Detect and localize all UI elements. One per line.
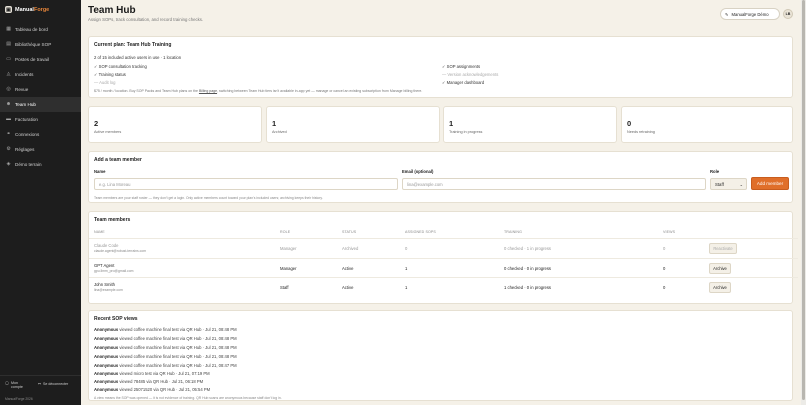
- sidebar-item-connections[interactable]: ⚭ Connexions: [0, 127, 81, 142]
- settings-icon: ⚙: [6, 147, 11, 152]
- team-members-title: Team members: [94, 217, 131, 223]
- demo-icon: ◈: [6, 162, 11, 167]
- brand-name: ManualForge: [15, 6, 50, 13]
- col-role: ROLE: [280, 230, 291, 234]
- feature-audit-log: — Audit log: [94, 80, 116, 85]
- feature-consultation-tracking: ✓ SOP consultation tracking: [94, 64, 147, 69]
- archive-button[interactable]: Archive: [709, 263, 731, 274]
- table-row: GPT Agent gpu.llmm_pro@gmail.com Manager…: [89, 258, 798, 277]
- col-views: VIEWS: [663, 230, 676, 234]
- alert-icon: ◬: [6, 72, 11, 77]
- feature-manager-dashboard: ✓ Manager dashboard: [442, 80, 485, 85]
- page-title: Team Hub: [88, 5, 136, 16]
- logout-icon: ↦: [38, 382, 42, 386]
- add-member-card: Add a team member Name Email (optional) …: [88, 151, 793, 203]
- name-label: Name: [94, 169, 106, 174]
- list-item: Anonymous viewed coffee machine final te…: [94, 327, 237, 332]
- add-member-hint: Team members are your staff roster — the…: [94, 196, 323, 200]
- stat-training-in-progress: 1 Training in progress: [443, 106, 617, 143]
- archive-button[interactable]: Archive: [709, 282, 731, 293]
- avatar[interactable]: LB: [783, 9, 793, 19]
- copyright: ManualForge 2026: [5, 397, 33, 401]
- role-label: Role: [710, 169, 720, 174]
- email-label: Email (optional): [402, 169, 434, 174]
- review-icon: ◎: [6, 87, 11, 92]
- billing-page-link[interactable]: Billing page: [199, 89, 217, 93]
- list-item: Anonymous viewed micro test via QR Hub ·…: [94, 371, 210, 376]
- sidebar-item-settings[interactable]: ⚙ Réglages: [0, 142, 81, 157]
- stat-archived: 1 Archived: [266, 106, 440, 143]
- list-item: Anonymous viewed coffee machine final te…: [94, 336, 237, 341]
- sidebar-nav: ▦ Tableau de bord ▤ Bibliothèque SOP ▭ Post…: [0, 22, 81, 172]
- name-input[interactable]: [94, 178, 398, 190]
- team-icon: ☻: [6, 102, 12, 107]
- sidebar-item-workstations[interactable]: ▭ Postes de travail: [0, 52, 81, 67]
- user-icon: ◯: [5, 381, 10, 385]
- library-icon: ▤: [6, 42, 11, 47]
- sidebar-item-demo[interactable]: ◈ Démo terrain: [0, 157, 81, 172]
- logo-icon: ▣: [5, 6, 12, 13]
- table-row: Claude Code claude.agent@robust-terrains…: [89, 238, 798, 257]
- list-item: Anonymous viewed 78485 via QR Hub · Jul …: [94, 379, 204, 384]
- pen-icon: ✎: [725, 11, 729, 17]
- recent-views-title: Recent SOP views: [94, 316, 138, 322]
- sidebar-item-sop-library[interactable]: ▤ Bibliothèque SOP: [0, 37, 81, 52]
- billing-icon: ▬: [6, 117, 11, 122]
- vertical-scrollbar[interactable]: [802, 0, 805, 400]
- plan-usage: 2 of 15 included active users in use · 1…: [94, 55, 182, 60]
- workspace-switcher[interactable]: ✎ ManualForge Démo: [720, 8, 780, 20]
- stat-active-members: 2 Active members: [88, 106, 262, 143]
- stat-needs-retraining: 0 Needs retraining: [621, 106, 793, 143]
- team-members-card: Team members NAME ROLE STATUS ASSIGNED S…: [88, 211, 798, 304]
- plan-note: $75 / month / location. Buy SOP Packs an…: [94, 89, 423, 93]
- dashboard-icon: ▦: [6, 27, 11, 32]
- sidebar-item-review[interactable]: ◎ Revue: [0, 82, 81, 97]
- email-input[interactable]: [402, 178, 706, 190]
- sidebar: ▣ ManualForge ▦ Tableau de bord ▤ Biblioth…: [0, 0, 81, 405]
- sidebar-item-billing[interactable]: ▬ Facturation: [0, 112, 81, 127]
- sidebar-item-team-hub[interactable]: ☻ Team Hub: [0, 97, 81, 112]
- list-item: Anonymous viewed coffee machine final te…: [94, 345, 237, 350]
- page-subtitle: Assign SOPs, track consultation, and rec…: [88, 17, 204, 22]
- list-item: Anonymous viewed coffee machine final te…: [94, 363, 237, 368]
- connections-icon: ⚭: [6, 132, 11, 137]
- reactivate-button[interactable]: Reactivate: [709, 243, 737, 254]
- col-status: STATUS: [342, 230, 357, 234]
- col-name: NAME: [94, 230, 105, 234]
- sidebar-item-dashboard[interactable]: ▦ Tableau de bord: [0, 22, 81, 37]
- role-select[interactable]: Staff ⌄: [710, 178, 747, 190]
- workstation-icon: ▭: [6, 57, 11, 62]
- views-note: A view means the SOP was opened — it is …: [94, 396, 282, 400]
- logout-button[interactable]: ↦ Se déconnecter: [38, 382, 68, 386]
- account-link[interactable]: ◯ Mon compte: [5, 381, 25, 389]
- feature-sop-assignments: ✓ SOP assignments: [442, 64, 481, 69]
- feature-training-status: ✓ Training status: [94, 72, 126, 77]
- chevron-down-icon: ⌄: [739, 181, 743, 187]
- plan-card: Current plan: Team Hub Training 2 of 15 …: [88, 36, 793, 98]
- add-member-title: Add a team member: [94, 157, 142, 163]
- add-member-button[interactable]: Add member: [751, 177, 789, 190]
- sidebar-item-incidents[interactable]: ◬ Incidents: [0, 67, 81, 82]
- recent-views-card: Recent SOP views Anonymous viewed coffee…: [88, 310, 793, 401]
- feature-version-acknowledgements: — Version acknowledgements: [442, 72, 499, 77]
- table-row: John Smith lina@example.com Staff Active…: [89, 277, 798, 296]
- sidebar-footer: ◯ Mon compte ↦ Se déconnecter ManualForg…: [0, 375, 81, 405]
- col-assigned-sops: ASSIGNED SOPS: [405, 230, 436, 234]
- brand[interactable]: ▣ ManualForge: [5, 6, 49, 13]
- list-item: Anonymous viewed 25071520 via QR Hub · J…: [94, 387, 211, 392]
- col-training: TRAINING: [504, 230, 522, 234]
- list-item: Anonymous viewed coffee machine final te…: [94, 354, 237, 359]
- plan-title: Current plan: Team Hub Training: [94, 42, 172, 48]
